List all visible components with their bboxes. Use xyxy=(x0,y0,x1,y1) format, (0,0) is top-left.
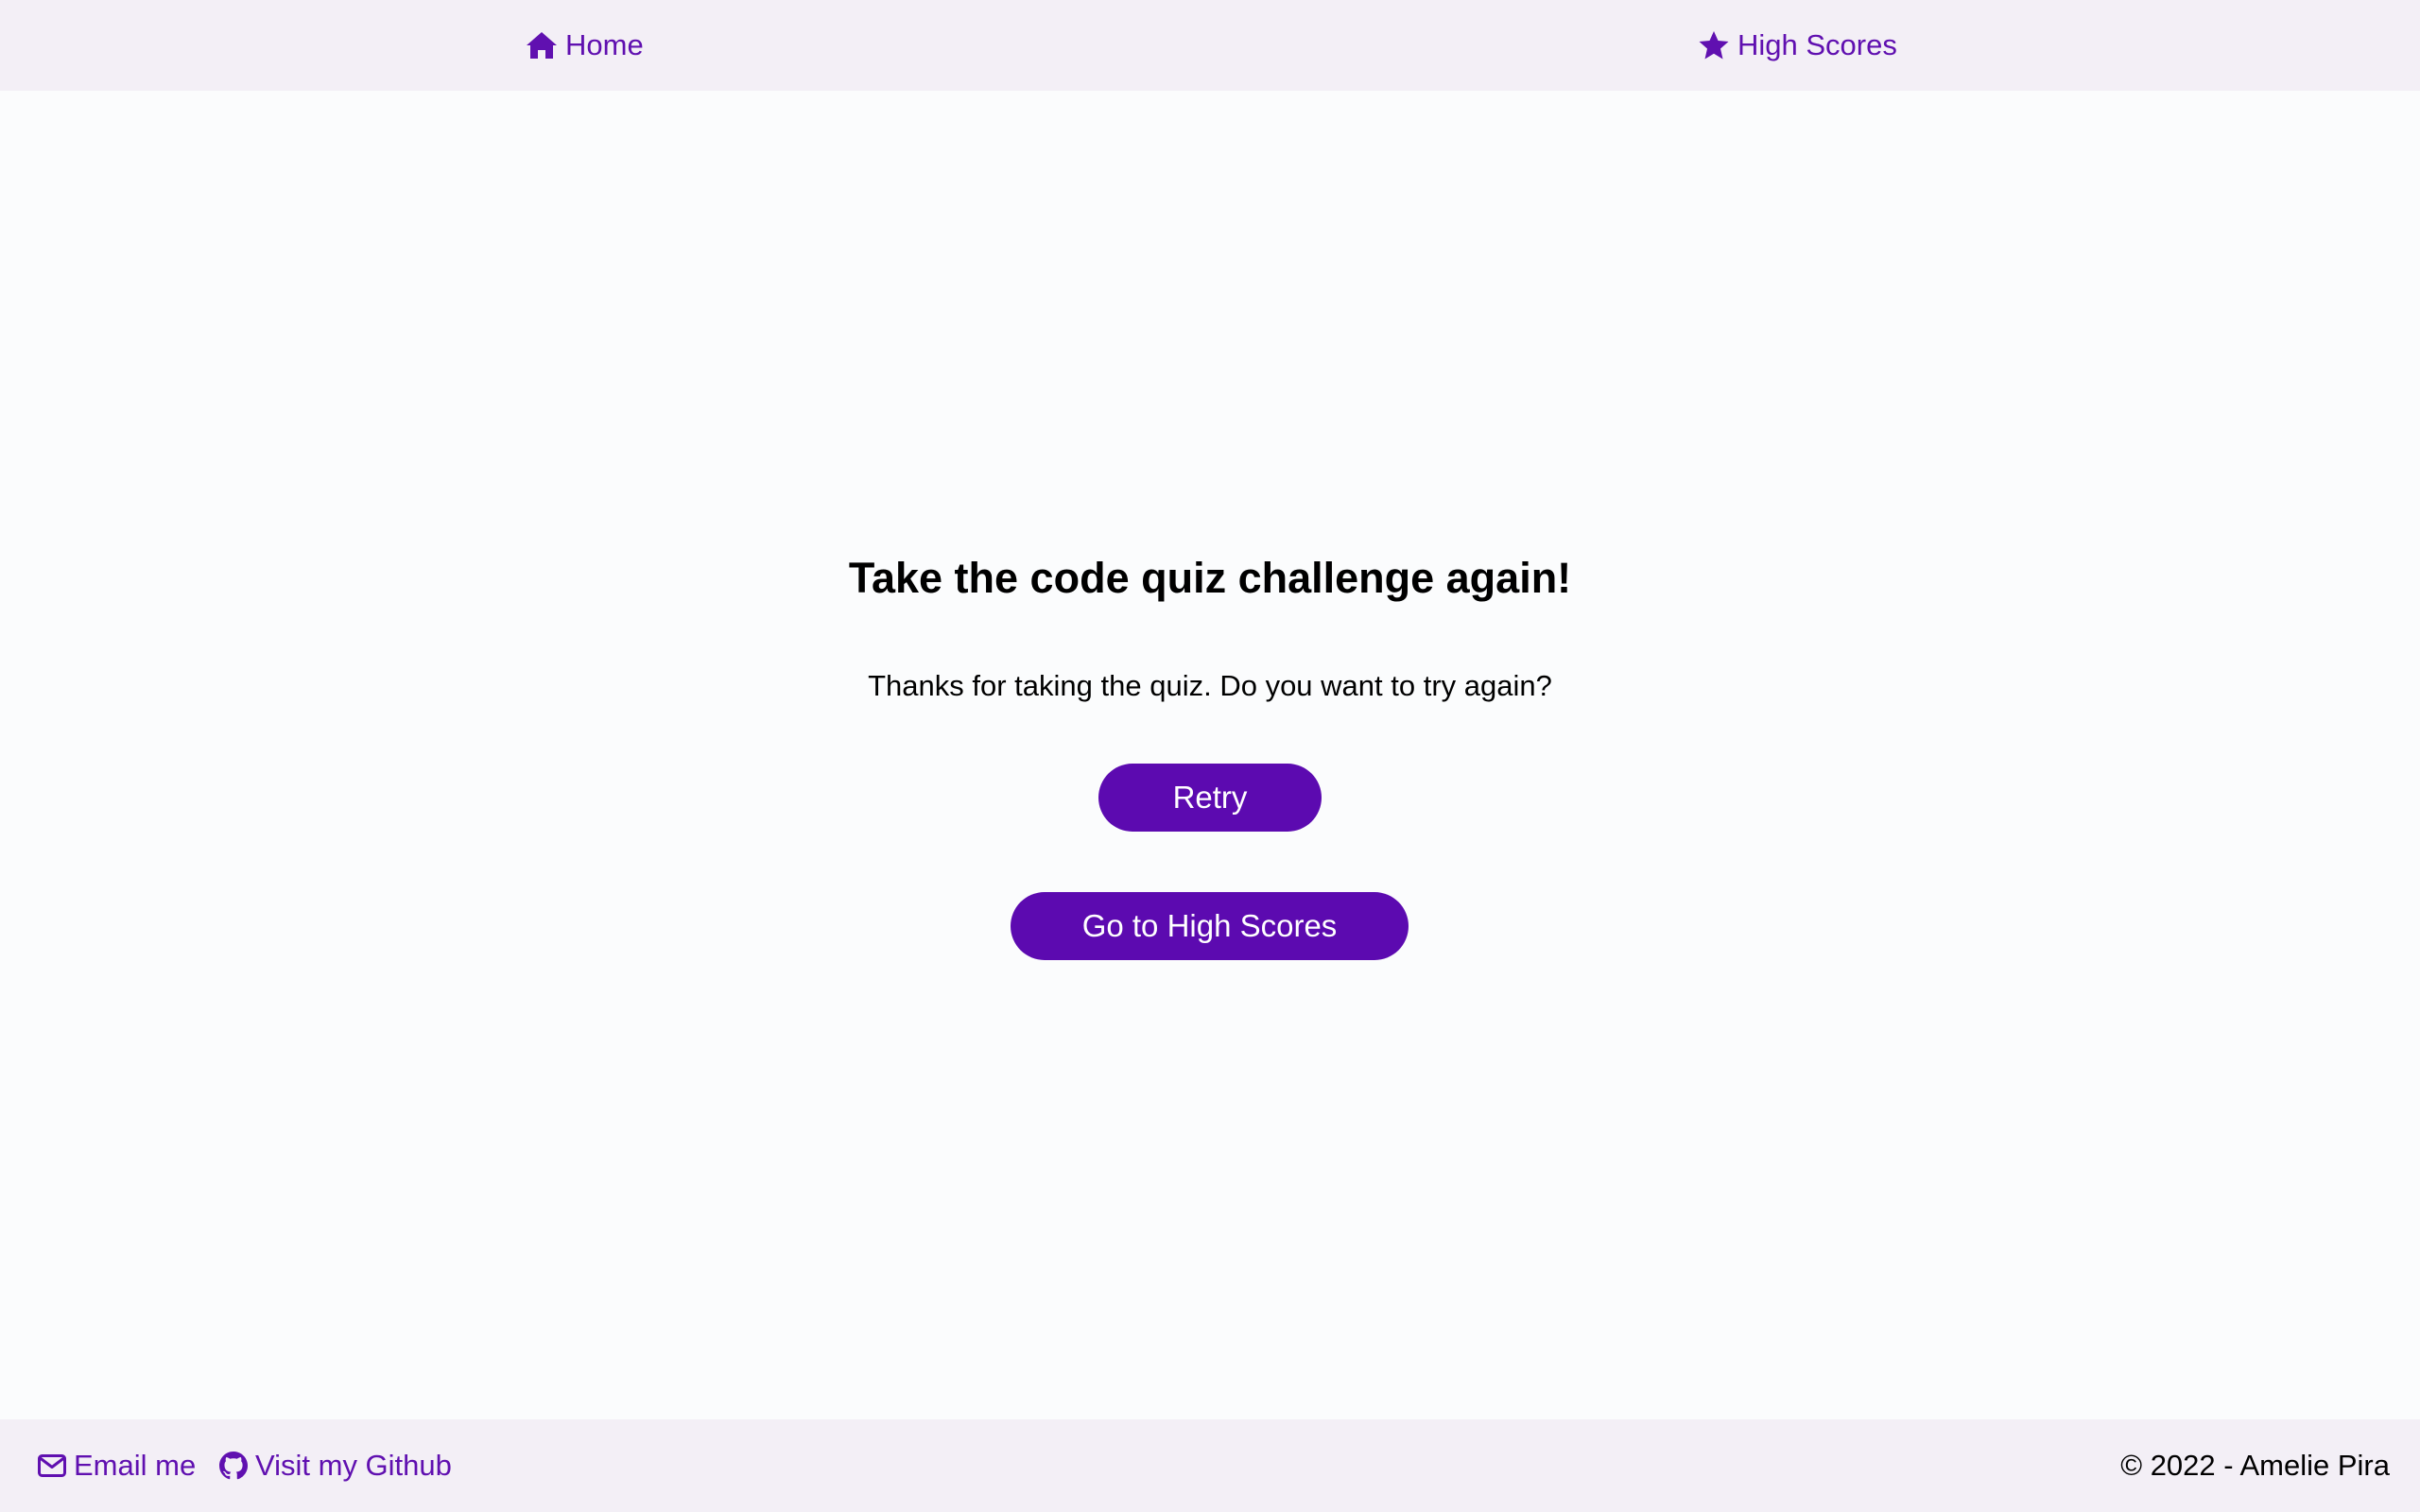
go-to-high-scores-button[interactable]: Go to High Scores xyxy=(1011,892,1409,960)
email-label: Email me xyxy=(74,1449,197,1482)
footer: Email me Visit my Github © 2022 - Amelie… xyxy=(0,1419,2420,1512)
nav-home-link[interactable]: Home xyxy=(526,0,644,91)
nav-high-scores-label: High Scores xyxy=(1737,28,1897,61)
github-link[interactable]: Visit my Github xyxy=(219,1419,452,1512)
copyright-text: © 2022 - Amelie Pira xyxy=(2120,1449,2390,1482)
main-content: Take the code quiz challenge again! Than… xyxy=(0,91,2420,1419)
page-subtitle: Thanks for taking the quiz. Do you want … xyxy=(868,669,1552,702)
top-navbar: Home High Scores xyxy=(0,0,2420,91)
nav-high-scores-link[interactable]: High Scores xyxy=(1698,0,1897,91)
home-icon xyxy=(527,32,557,59)
star-icon xyxy=(1699,31,1729,60)
github-icon xyxy=(219,1452,248,1480)
github-label: Visit my Github xyxy=(255,1449,452,1482)
nav-home-label: Home xyxy=(565,28,644,61)
email-link[interactable]: Email me xyxy=(38,1419,196,1512)
envelope-icon xyxy=(38,1454,66,1477)
retry-button[interactable]: Retry xyxy=(1098,764,1322,832)
page-title: Take the code quiz challenge again! xyxy=(848,554,1572,602)
